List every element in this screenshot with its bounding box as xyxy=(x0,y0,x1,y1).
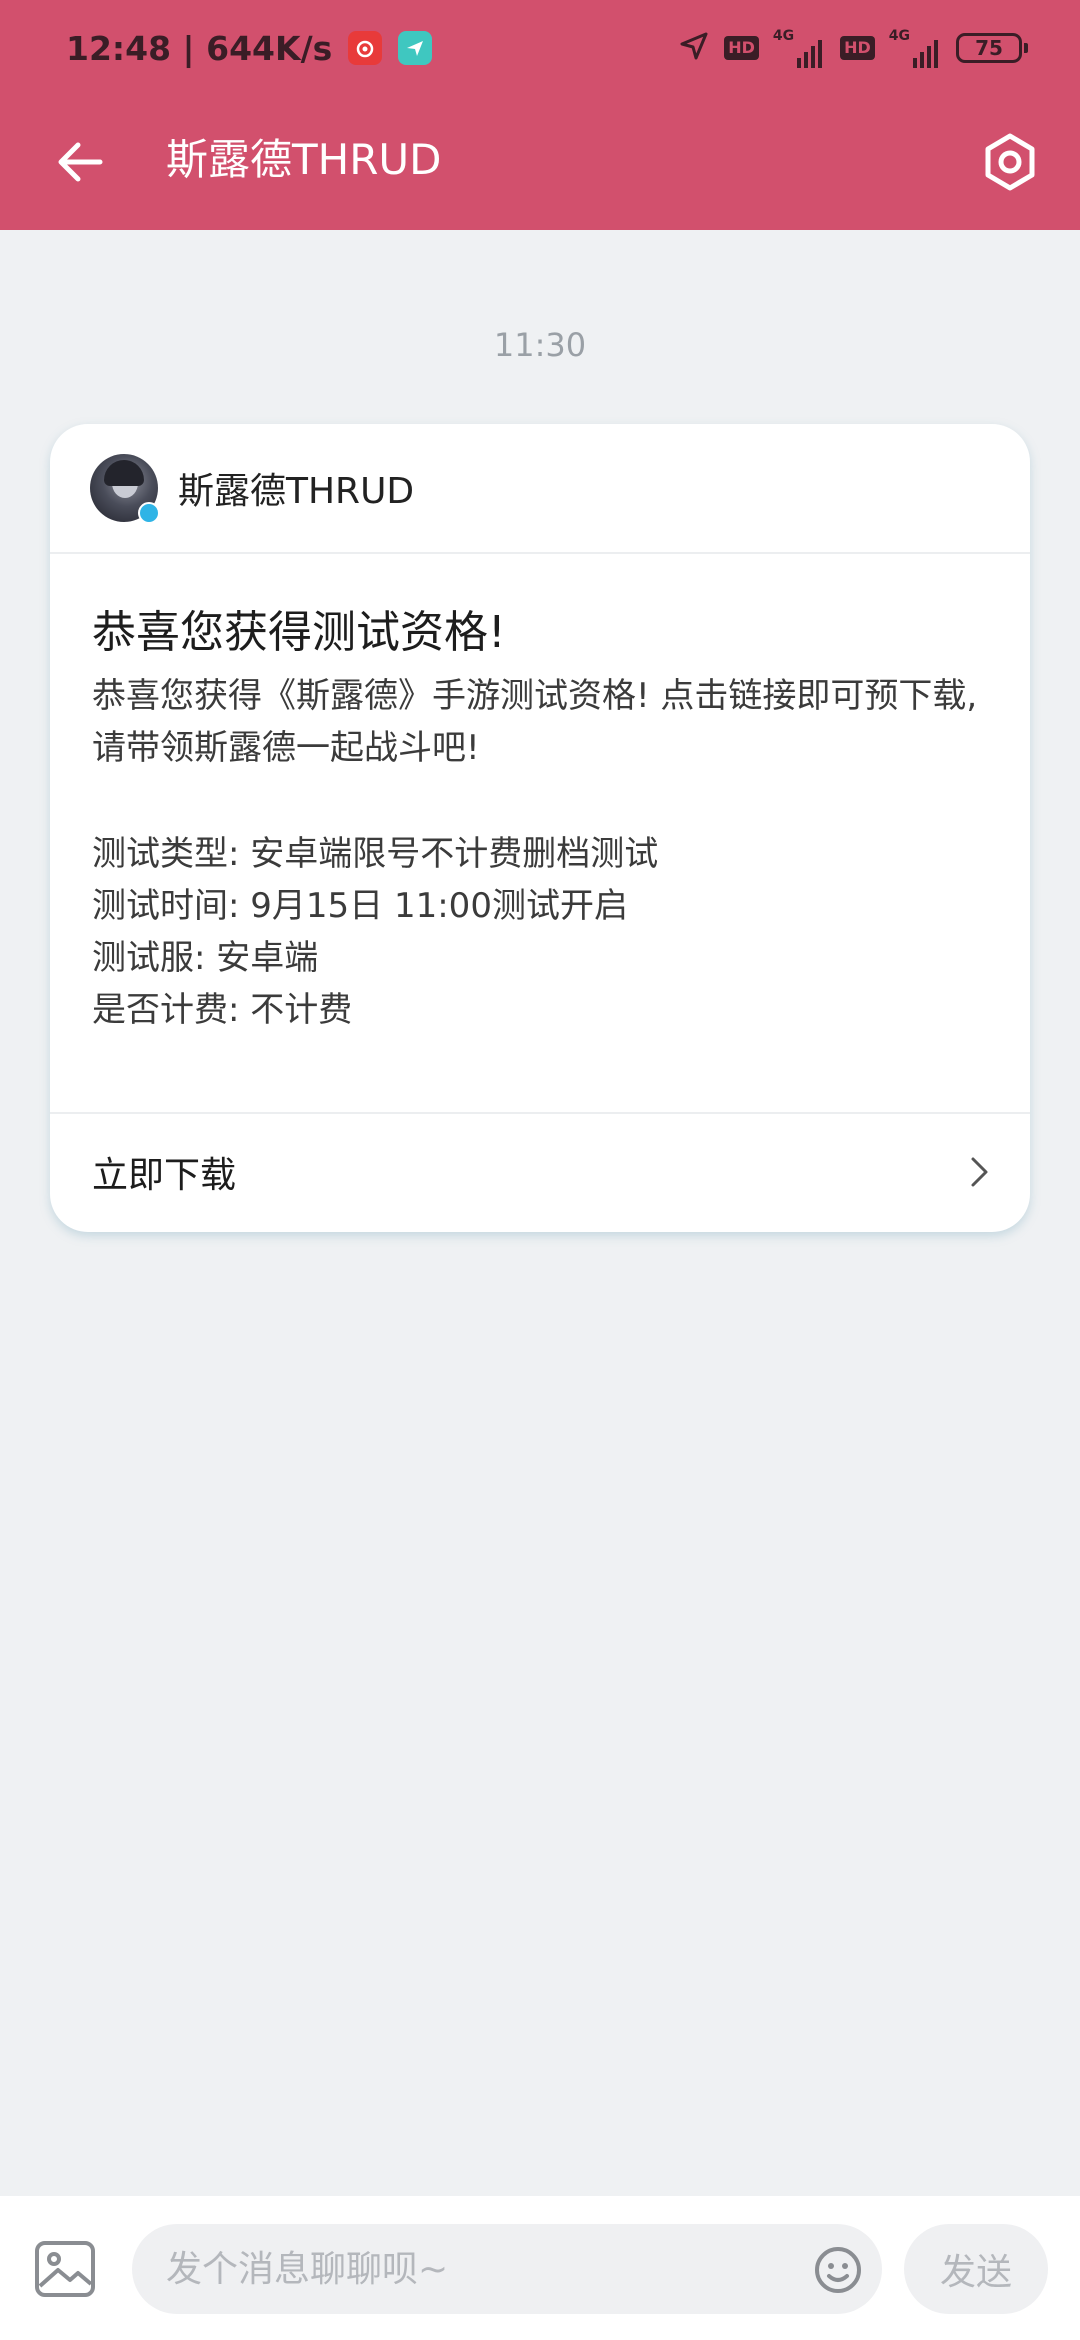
image-button[interactable] xyxy=(30,2234,100,2304)
card-body: 恭喜您获得测试资格! 恭喜您获得《斯露德》手游测试资格! 点击链接即可预下载, … xyxy=(50,554,1030,1114)
detail-billing: 是否计费: 不计费 xyxy=(92,990,353,1030)
card-intro-text: 恭喜您获得《斯露德》手游测试资格! 点击链接即可预下载, 请带领斯露德一起战斗吧… xyxy=(92,676,978,768)
download-now-button[interactable]: 立即下载 xyxy=(50,1114,1030,1230)
status-time: 12:48 xyxy=(66,28,172,68)
message-input-bar: 发送 xyxy=(0,2196,1080,2340)
avatar[interactable] xyxy=(90,454,160,524)
hd-badge-2: HD xyxy=(840,36,875,60)
settings-button[interactable] xyxy=(970,122,1050,202)
status-separator: | xyxy=(182,28,195,68)
signal-icon: 4G xyxy=(889,28,942,68)
status-bar: 12:48 | 644K/s HD 4G HD 4G 75 xyxy=(0,0,1080,96)
card-header: 斯露德THRUD xyxy=(50,424,1030,554)
emoji-icon xyxy=(815,2247,861,2293)
status-time-and-speed: 12:48 | 644K/s xyxy=(66,29,332,68)
status-left: 12:48 | 644K/s xyxy=(66,24,433,72)
back-button[interactable] xyxy=(40,122,120,202)
send-button[interactable]: 发送 xyxy=(904,2224,1048,2314)
verified-badge-icon xyxy=(138,502,160,524)
app-root: 12:48 | 644K/s HD 4G HD 4G 75 斯露德THRUD 1… xyxy=(0,0,1080,2340)
status-net-speed: 644K/s xyxy=(206,28,333,68)
message-input[interactable] xyxy=(132,2224,772,2314)
header: 12:48 | 644K/s HD 4G HD 4G 75 斯露德THRUD xyxy=(0,0,1080,230)
detail-test-time: 测试时间: 9月15日 11:00测试开启 xyxy=(92,886,628,926)
settings-hexagon-icon xyxy=(985,133,1035,191)
location-arrow-icon xyxy=(678,30,710,66)
chevron-right-icon xyxy=(971,1157,988,1187)
card-title: 恭喜您获得测试资格! xyxy=(92,607,506,658)
message-timestamp: 11:30 xyxy=(493,326,587,364)
page-title: 斯露德THRUD xyxy=(166,135,442,184)
card-sender-name: 斯露德THRUD xyxy=(178,471,415,512)
network-type-1: 4G xyxy=(772,28,795,44)
send-arrow-app-icon xyxy=(398,31,433,65)
detail-test-server: 测试服: 安卓端 xyxy=(92,938,319,978)
status-right: HD 4G HD 4G 75 xyxy=(678,28,1028,68)
hd-badge-1: HD xyxy=(724,36,759,60)
signal-icon: 4G xyxy=(773,28,826,68)
netease-music-icon xyxy=(348,31,383,65)
detail-test-type: 测试类型: 安卓端限号不计费删档测试 xyxy=(92,834,659,874)
detail-list: 测试类型: 安卓端限号不计费删档测试 测试时间: 9月15日 11:00测试开启… xyxy=(92,828,990,1036)
avatar-hair xyxy=(104,460,144,486)
network-type-2: 4G xyxy=(888,28,910,44)
image-icon xyxy=(35,2241,95,2297)
battery-level: 75 xyxy=(975,36,1003,60)
title-bar: 斯露德THRUD xyxy=(0,96,1080,230)
download-now-label: 立即下载 xyxy=(92,1155,237,1196)
emoji-button[interactable] xyxy=(812,2244,864,2296)
battery-icon: 75 xyxy=(956,33,1028,63)
message-card: 斯露德THRUD 恭喜您获得测试资格! 恭喜您获得《斯露德》手游测试资格! 点击… xyxy=(50,424,1030,1232)
message-input-wrapper xyxy=(132,2224,882,2314)
back-arrow-icon xyxy=(58,142,103,182)
